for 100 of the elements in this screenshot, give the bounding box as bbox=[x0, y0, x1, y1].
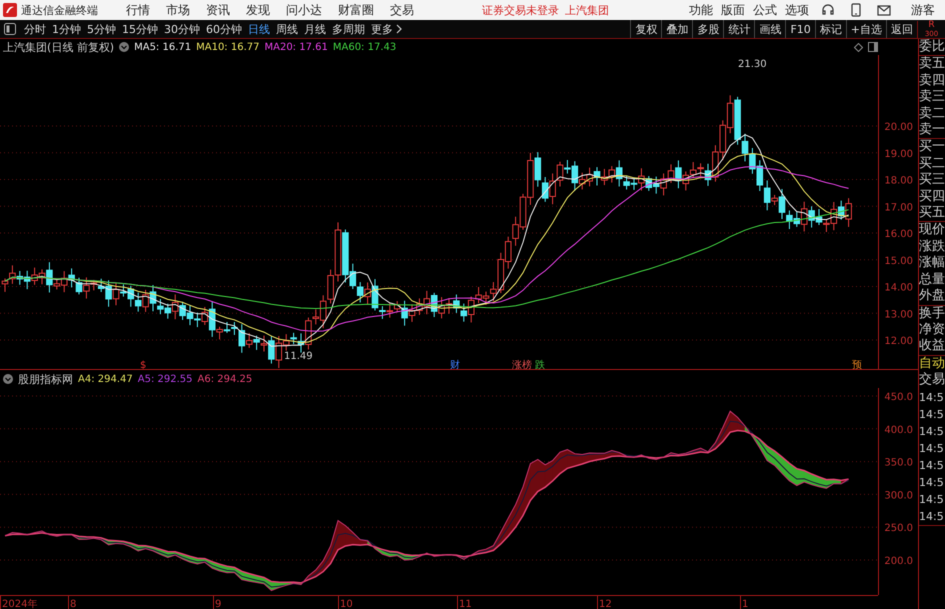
quote-label: 卖五 bbox=[919, 56, 945, 73]
logo-icon bbox=[3, 3, 17, 17]
headset-icon[interactable] bbox=[821, 3, 835, 17]
phone-icon[interactable] bbox=[851, 3, 861, 17]
indicator-value: A5: 292.55 bbox=[138, 374, 192, 384]
trade-time: 14:5 bbox=[919, 492, 945, 508]
quote-label: 卖三 bbox=[919, 89, 945, 106]
quote-label: 现价 bbox=[919, 222, 945, 239]
axis-label: 17.00 bbox=[884, 202, 913, 214]
trade-time: 14:5 bbox=[919, 424, 945, 440]
trade-time: 14:5 bbox=[919, 508, 945, 525]
indicator-value: A4: 294.47 bbox=[78, 374, 133, 384]
chevron-right-icon[interactable] bbox=[396, 24, 402, 34]
trade-time: 14:5 bbox=[919, 474, 945, 491]
high-price-label: 21.30 bbox=[738, 59, 767, 70]
menu-item[interactable]: 版面 bbox=[721, 2, 745, 18]
quote-label: 卖四 bbox=[919, 72, 945, 89]
axis-label: 200.0 bbox=[884, 556, 913, 567]
period-tab[interactable]: 5分钟 bbox=[84, 22, 119, 36]
quote-label: 收益 bbox=[919, 338, 945, 355]
quote-label: 换手 bbox=[919, 306, 945, 322]
date-label: 8 bbox=[70, 599, 76, 609]
trade-time: 14:5 bbox=[919, 406, 945, 423]
period-tab[interactable]: 30分钟 bbox=[161, 22, 203, 36]
axis-label: 450.0 bbox=[884, 392, 913, 403]
date-label: 11 bbox=[459, 599, 472, 609]
ma-value: MA20: 17.61 bbox=[264, 42, 328, 52]
axis-label: 400.0 bbox=[884, 424, 913, 436]
date-label: 9 bbox=[215, 599, 222, 609]
chart-title: 上汽集团(日线 前复权) bbox=[3, 40, 114, 54]
mail-icon[interactable] bbox=[877, 4, 891, 16]
axis-label: 12.00 bbox=[884, 336, 913, 347]
period-tab[interactable]: 多周期 bbox=[329, 22, 368, 36]
axis-label: 15.00 bbox=[884, 256, 913, 267]
axis-label: 300.0 bbox=[884, 490, 913, 502]
menu-item[interactable]: 功能 bbox=[689, 2, 713, 18]
date-label: 1 bbox=[742, 599, 748, 609]
event-marker[interactable]: 跌 bbox=[535, 360, 545, 369]
menu-item[interactable]: 资讯 bbox=[206, 2, 230, 18]
chevron-down-icon[interactable] bbox=[3, 374, 13, 384]
quote-label: 买二 bbox=[919, 156, 945, 172]
quote-label: 卖二 bbox=[919, 106, 945, 122]
app-title: 通达信金融终端 bbox=[21, 2, 98, 18]
axis-label: 20.00 bbox=[884, 122, 913, 133]
chevron-down-icon[interactable] bbox=[119, 42, 130, 52]
menu-item[interactable]: 市场 bbox=[166, 2, 190, 18]
axis-label: 13.00 bbox=[884, 309, 913, 320]
trade-time: 14:5 bbox=[919, 458, 945, 474]
ma-value: MA10: 16.77 bbox=[196, 42, 260, 52]
quote-label: 总量 bbox=[919, 272, 945, 288]
period-tab[interactable]: 更多 bbox=[368, 22, 396, 36]
indicator-title: 股朋指标网 bbox=[18, 372, 73, 386]
menu-item[interactable]: 交易 bbox=[390, 2, 414, 18]
quote-label: 买五 bbox=[919, 205, 945, 222]
trade-title: 交易 bbox=[919, 372, 945, 389]
quote-label: 买一 bbox=[919, 139, 945, 156]
period-tab[interactable]: 60分钟 bbox=[203, 22, 245, 36]
axis-label: 350.0 bbox=[884, 458, 913, 469]
date-label: 10 bbox=[340, 599, 353, 609]
axis-label: 14.00 bbox=[884, 282, 913, 294]
period-tab[interactable]: 1分钟 bbox=[49, 22, 84, 36]
stock-name: 上汽集团 bbox=[565, 2, 609, 18]
quote-label: 外盘 bbox=[919, 288, 945, 304]
quote-label: 净资 bbox=[919, 322, 945, 338]
period-tab[interactable]: 15分钟 bbox=[119, 22, 161, 36]
menu-item[interactable]: 公式 bbox=[753, 2, 777, 18]
quote-label: 涨幅 bbox=[919, 255, 945, 272]
menu-item[interactable]: 财富圈 bbox=[338, 2, 374, 18]
menu-item[interactable]: 选项 bbox=[785, 2, 809, 18]
axis-label: 19.00 bbox=[884, 148, 913, 160]
date-label: 2024年 bbox=[2, 599, 38, 609]
event-marker[interactable]: 涨榜 bbox=[512, 360, 532, 369]
period-tab[interactable]: 分时 bbox=[21, 22, 49, 36]
trade-time: 14:5 bbox=[919, 440, 945, 457]
low-price-label: 11.49 bbox=[284, 351, 313, 362]
axis-label: 250.0 bbox=[884, 523, 913, 534]
menu-item[interactable]: 发现 bbox=[246, 2, 270, 18]
quote-label: 卖一 bbox=[919, 122, 945, 138]
menu-item[interactable]: 行情 bbox=[126, 2, 150, 18]
diamond-icon[interactable] bbox=[854, 42, 863, 52]
date-label: 12 bbox=[599, 599, 612, 609]
period-tab[interactable]: 日线 bbox=[245, 22, 273, 36]
quote-label: 买四 bbox=[919, 188, 945, 206]
user-label[interactable]: 游客 bbox=[911, 2, 935, 18]
trade-mode-label[interactable]: 自动 bbox=[919, 356, 945, 372]
ma-value: MA5: 16.71 bbox=[134, 42, 192, 52]
ma-value: MA60: 17.43 bbox=[332, 42, 396, 52]
quote-label: 委比 bbox=[919, 39, 945, 56]
event-marker[interactable]: 财 bbox=[450, 360, 460, 369]
period-tab[interactable]: 周线 bbox=[273, 22, 301, 36]
window-icon[interactable] bbox=[868, 42, 878, 52]
quote-label: 买三 bbox=[919, 172, 945, 189]
menu-item[interactable]: 问小达 bbox=[286, 2, 322, 18]
axis-label: 16.00 bbox=[884, 229, 913, 240]
axis-label: 18.00 bbox=[884, 176, 913, 186]
login-notice[interactable]: 证券交易未登录 bbox=[482, 2, 559, 18]
panel-toggle-icon[interactable] bbox=[4, 23, 16, 35]
trade-time: 14:5 bbox=[919, 390, 945, 406]
period-tab[interactable]: 月线 bbox=[301, 22, 329, 36]
indicator-value: A6: 294.25 bbox=[198, 374, 252, 384]
